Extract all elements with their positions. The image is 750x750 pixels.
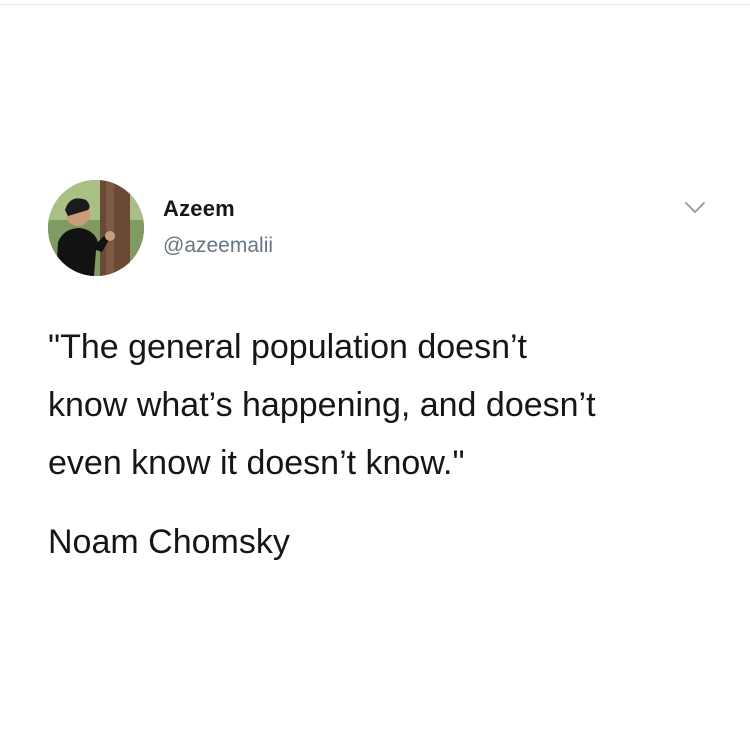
author-avatar[interactable] bbox=[48, 180, 144, 276]
avatar-image bbox=[48, 180, 144, 276]
author-display-name[interactable]: Azeem bbox=[163, 196, 235, 222]
author-handle[interactable]: @azeemalii bbox=[163, 234, 273, 258]
chevron-down-icon[interactable] bbox=[684, 200, 706, 216]
tweet-text-line: "The general population doesn’t bbox=[48, 328, 527, 366]
tweet-text: "The general population doesn’t know wha… bbox=[48, 318, 718, 492]
tweet-text-line: even know it doesn’t know." bbox=[48, 444, 465, 482]
tweet-text-line: know what’s happening, and doesn’t bbox=[48, 386, 596, 424]
quote-attribution: Noam Chomsky bbox=[48, 523, 290, 561]
tweet-card: Azeem @azeemalii "The general population… bbox=[0, 0, 750, 750]
